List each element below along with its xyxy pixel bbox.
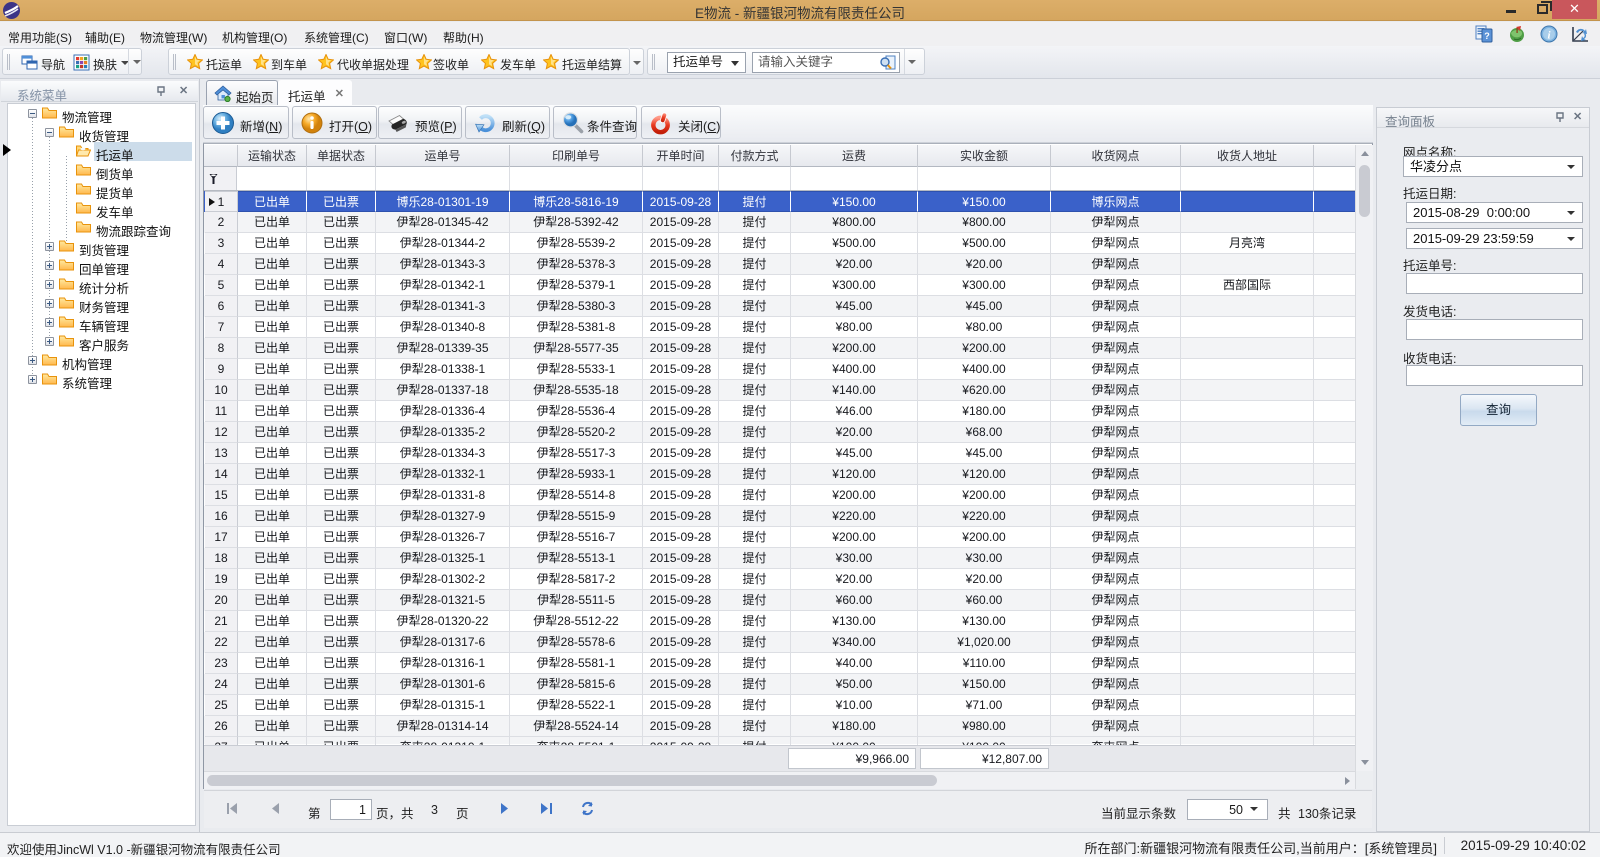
svg-text:?: ? bbox=[1484, 31, 1490, 41]
